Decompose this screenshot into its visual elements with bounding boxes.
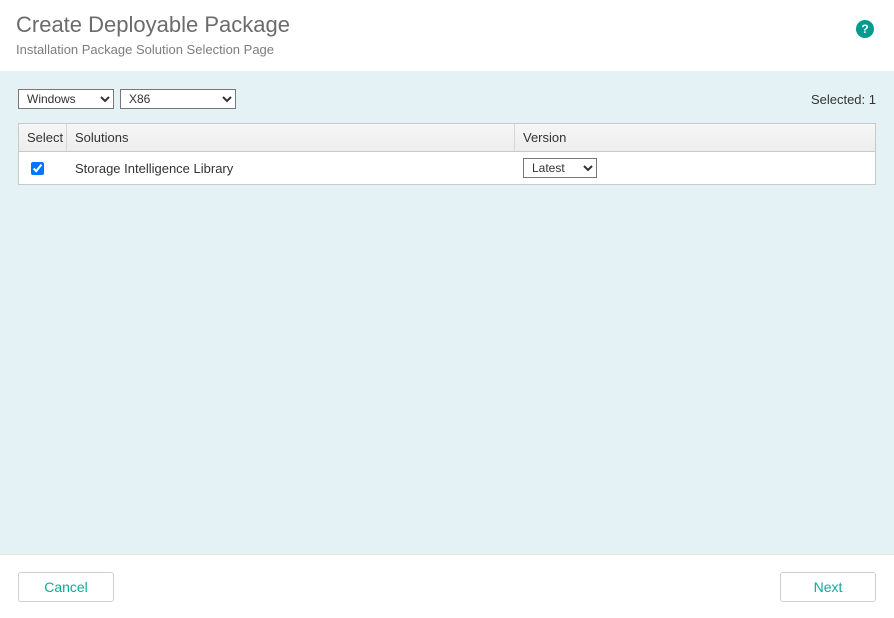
page-title: Create Deployable Package: [16, 12, 878, 38]
selected-count-label: Selected: 1: [811, 92, 876, 107]
cancel-button[interactable]: Cancel: [18, 572, 114, 602]
row-select-checkbox[interactable]: [31, 162, 44, 175]
selected-count-value: 1: [869, 92, 876, 107]
row-select-cell: [19, 152, 67, 184]
content-area: Windows X86 Selected: 1 Select Solutions…: [0, 71, 894, 554]
row-version-cell: Latest: [515, 152, 875, 184]
wizard-footer: Cancel Next: [0, 554, 894, 618]
column-header-solutions: Solutions: [67, 124, 515, 151]
table-header-row: Select Solutions Version: [19, 124, 875, 152]
row-solution-name: Storage Intelligence Library: [67, 152, 515, 184]
os-select[interactable]: Windows: [18, 89, 114, 109]
table-row: Storage Intelligence Library Latest: [19, 152, 875, 184]
column-header-select: Select: [19, 124, 67, 151]
architecture-select[interactable]: X86: [120, 89, 236, 109]
page-header: Create Deployable Package Installation P…: [0, 0, 894, 71]
solutions-table: Select Solutions Version Storage Intelli…: [18, 123, 876, 185]
row-version-select[interactable]: Latest: [523, 158, 597, 178]
page-subtitle: Installation Package Solution Selection …: [16, 42, 878, 57]
selected-count-prefix: Selected:: [811, 92, 869, 107]
help-icon[interactable]: ?: [856, 20, 874, 38]
next-button[interactable]: Next: [780, 572, 876, 602]
column-header-version: Version: [515, 124, 875, 151]
filter-row: Windows X86 Selected: 1: [18, 89, 876, 109]
